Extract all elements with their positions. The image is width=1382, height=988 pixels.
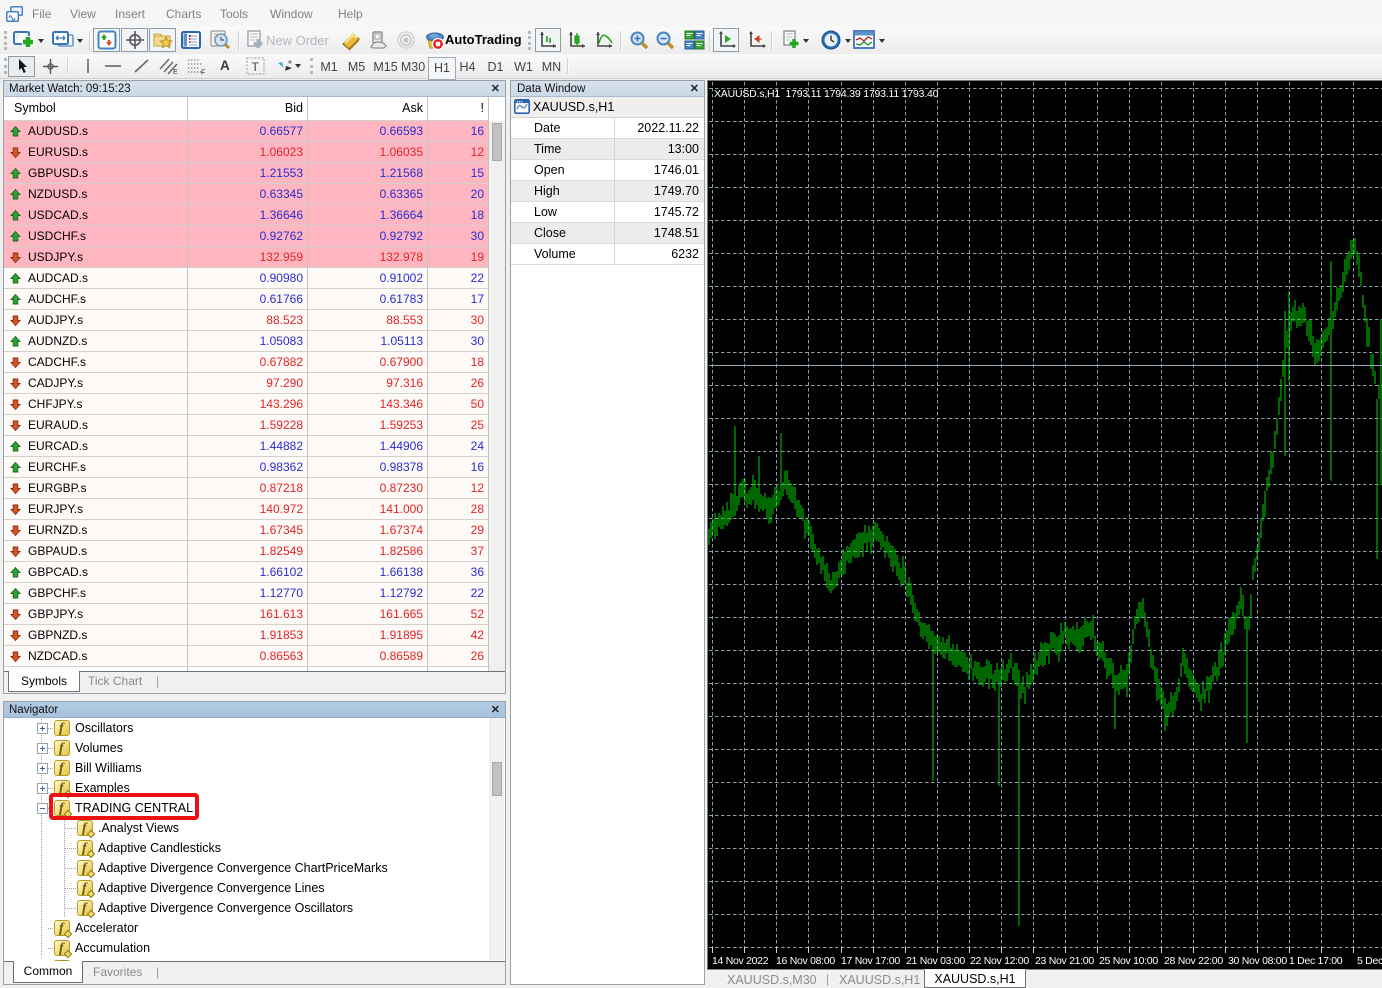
svg-text:T: T	[252, 60, 260, 74]
svg-text:XAUUSD.s,H1 1793.11 1794.39 1: XAUUSD.s,H1 1793.11 1794.39 1793.11 1793…	[714, 88, 939, 100]
svg-text:17 Nov 17:00: 17 Nov 17:00	[841, 955, 900, 967]
svg-text:28 Nov 22:00: 28 Nov 22:00	[1164, 955, 1223, 967]
svg-text:F: F	[201, 70, 205, 76]
svg-text:23 Nov 21:00: 23 Nov 21:00	[1035, 955, 1094, 967]
svg-text:21 Nov 03:00: 21 Nov 03:00	[906, 955, 965, 967]
svg-text:14 Nov 2022: 14 Nov 2022	[712, 955, 769, 967]
svg-text:5 Dec 03:00: 5 Dec 03:00	[1357, 955, 1382, 967]
svg-text:25 Nov 10:00: 25 Nov 10:00	[1099, 955, 1158, 967]
svg-text:16 Nov 08:00: 16 Nov 08:00	[776, 955, 835, 967]
svg-text:1 Dec 17:00: 1 Dec 17:00	[1289, 955, 1343, 967]
svg-text:22 Nov 12:00: 22 Nov 12:00	[970, 955, 1029, 967]
svg-text:E: E	[173, 69, 178, 75]
svg-text:30 Nov 08:00: 30 Nov 08:00	[1228, 955, 1287, 967]
